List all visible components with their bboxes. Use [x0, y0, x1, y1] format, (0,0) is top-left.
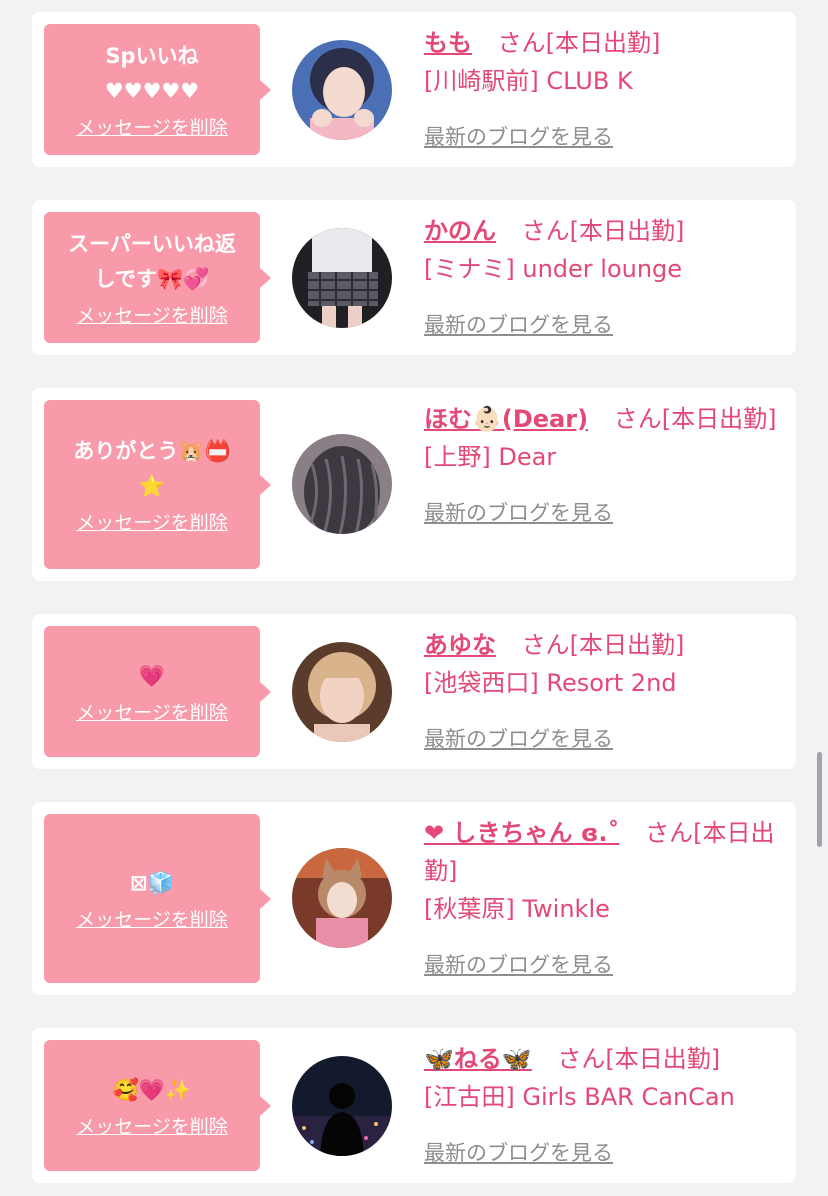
message-text: ありがとう🐹📛 ⭐: [73, 439, 231, 498]
cast-name-link[interactable]: 🦋ねる🦋: [424, 1045, 532, 1073]
message-bubble: ⊠🧊 メッセージを削除: [44, 814, 271, 983]
latest-blog-link[interactable]: 最新のブログを見る: [424, 306, 613, 344]
latest-blog-link[interactable]: 最新のブログを見る: [424, 1134, 613, 1172]
cast-name-link[interactable]: かのん: [424, 217, 496, 245]
delete-message-link[interactable]: メッセージを削除: [76, 698, 228, 725]
cast-info: あゆな さん[本日出勤] [池袋西口] Resort 2nd 最新のブログを見る: [424, 626, 786, 758]
area-shop: [川崎駅前] CLUB K: [424, 67, 633, 95]
cast-name-link[interactable]: ❤ しきちゃん ɞ.˚: [424, 819, 620, 847]
message-text: ⊠🧊: [130, 870, 174, 895]
avatar[interactable]: [292, 40, 392, 140]
delete-message-link[interactable]: メッセージを削除: [76, 508, 228, 535]
message-text: スーパーいいね返 しです🎀💞: [68, 232, 236, 291]
cast-status: さん[本日出勤]: [613, 405, 777, 433]
area-shop: [ミナミ] under lounge: [424, 255, 683, 283]
message-card: ありがとう🐹📛 ⭐ メッセージを削除 ほむ👶🏻(Dear) さん[本日出勤] […: [32, 388, 796, 581]
cast-info: 🦋ねる🦋 さん[本日出勤] [江古田] Girls BAR CanCan 最新の…: [424, 1040, 786, 1172]
avatar[interactable]: [292, 434, 392, 534]
cast-info: ❤ しきちゃん ɞ.˚ さん[本日出勤] [秋葉原] Twinkle 最新のブロ…: [424, 814, 786, 984]
cast-status: さん[本日出勤]: [557, 1045, 721, 1073]
avatar[interactable]: [292, 642, 392, 742]
avatar[interactable]: [292, 228, 392, 328]
cast-status: さん[本日出勤]: [521, 631, 685, 659]
latest-blog-link[interactable]: 最新のブログを見る: [424, 946, 613, 984]
message-card: 🥰💗✨ メッセージを削除 🦋ねる🦋 さん[本日出勤] [江古田] Girls B…: [32, 1028, 796, 1183]
message-bubble: ありがとう🐹📛 ⭐ メッセージを削除: [44, 400, 271, 569]
delete-message-link[interactable]: メッセージを削除: [76, 113, 228, 140]
area-shop: [秋葉原] Twinkle: [424, 895, 610, 923]
area-shop: [上野] Dear: [424, 443, 557, 471]
latest-blog-link[interactable]: 最新のブログを見る: [424, 118, 613, 156]
latest-blog-link[interactable]: 最新のブログを見る: [424, 494, 613, 532]
message-card: スーパーいいね返 しです🎀💞 メッセージを削除 かのん さん[本日出勤] [ミナ…: [32, 200, 796, 355]
delete-message-link[interactable]: メッセージを削除: [76, 301, 228, 328]
delete-message-link[interactable]: メッセージを削除: [76, 1112, 228, 1139]
message-bubble: スーパーいいね返 しです🎀💞 メッセージを削除: [44, 212, 271, 343]
avatar[interactable]: [292, 848, 392, 948]
message-text: 💗: [138, 663, 166, 688]
latest-blog-link[interactable]: 最新のブログを見る: [424, 720, 613, 758]
cast-info: ほむ👶🏻(Dear) さん[本日出勤] [上野] Dear 最新のブログを見る: [424, 400, 786, 532]
cast-info: かのん さん[本日出勤] [ミナミ] under lounge 最新のブログを見…: [424, 212, 786, 344]
message-card: 💗 メッセージを削除 あゆな さん[本日出勤] [池袋西口] Resort 2n…: [32, 614, 796, 769]
message-card: Spいいね ♥♥♥♥♥ メッセージを削除 もも さん[本日出勤] [川崎駅前] …: [32, 12, 796, 167]
message-bubble: 💗 メッセージを削除: [44, 626, 271, 757]
cast-status: さん[本日出勤]: [497, 29, 661, 57]
area-shop: [池袋西口] Resort 2nd: [424, 669, 677, 697]
cast-name-link[interactable]: もも: [424, 29, 472, 57]
area-shop: [江古田] Girls BAR CanCan: [424, 1083, 735, 1111]
cast-status: さん[本日出勤]: [521, 217, 685, 245]
scrollbar[interactable]: [817, 752, 822, 847]
message-text: 🥰💗✨: [112, 1077, 192, 1102]
message-bubble: Spいいね ♥♥♥♥♥ メッセージを削除: [44, 24, 271, 155]
message-card: ⊠🧊 メッセージを削除 ❤ しきちゃん ɞ.˚ さん[本日出勤] [秋葉原] T…: [32, 802, 796, 995]
cast-name-link[interactable]: ほむ👶🏻(Dear): [424, 405, 588, 433]
message-text: Spいいね ♥♥♥♥♥: [104, 44, 200, 103]
cast-info: もも さん[本日出勤] [川崎駅前] CLUB K 最新のブログを見る: [424, 24, 786, 156]
cast-name-link[interactable]: あゆな: [424, 631, 496, 659]
delete-message-link[interactable]: メッセージを削除: [76, 905, 228, 932]
message-bubble: 🥰💗✨ メッセージを削除: [44, 1040, 271, 1171]
avatar[interactable]: [292, 1056, 392, 1156]
